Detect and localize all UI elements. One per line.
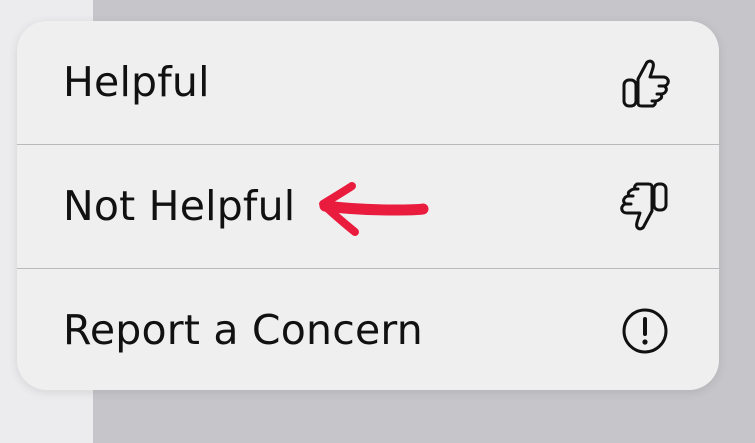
red-arrow-icon [315,180,430,242]
menu-item-report-concern[interactable]: Report a Concern [17,269,719,390]
menu-item-label: Helpful [63,57,210,106]
thumbs-down-icon [615,177,675,237]
menu-item-helpful[interactable]: Helpful [17,21,719,144]
menu-item-label: Report a Concern [63,305,423,354]
thumbs-up-icon [615,53,675,113]
exclamation-circle-icon [615,301,675,361]
menu-item-label: Not Helpful [63,181,296,230]
